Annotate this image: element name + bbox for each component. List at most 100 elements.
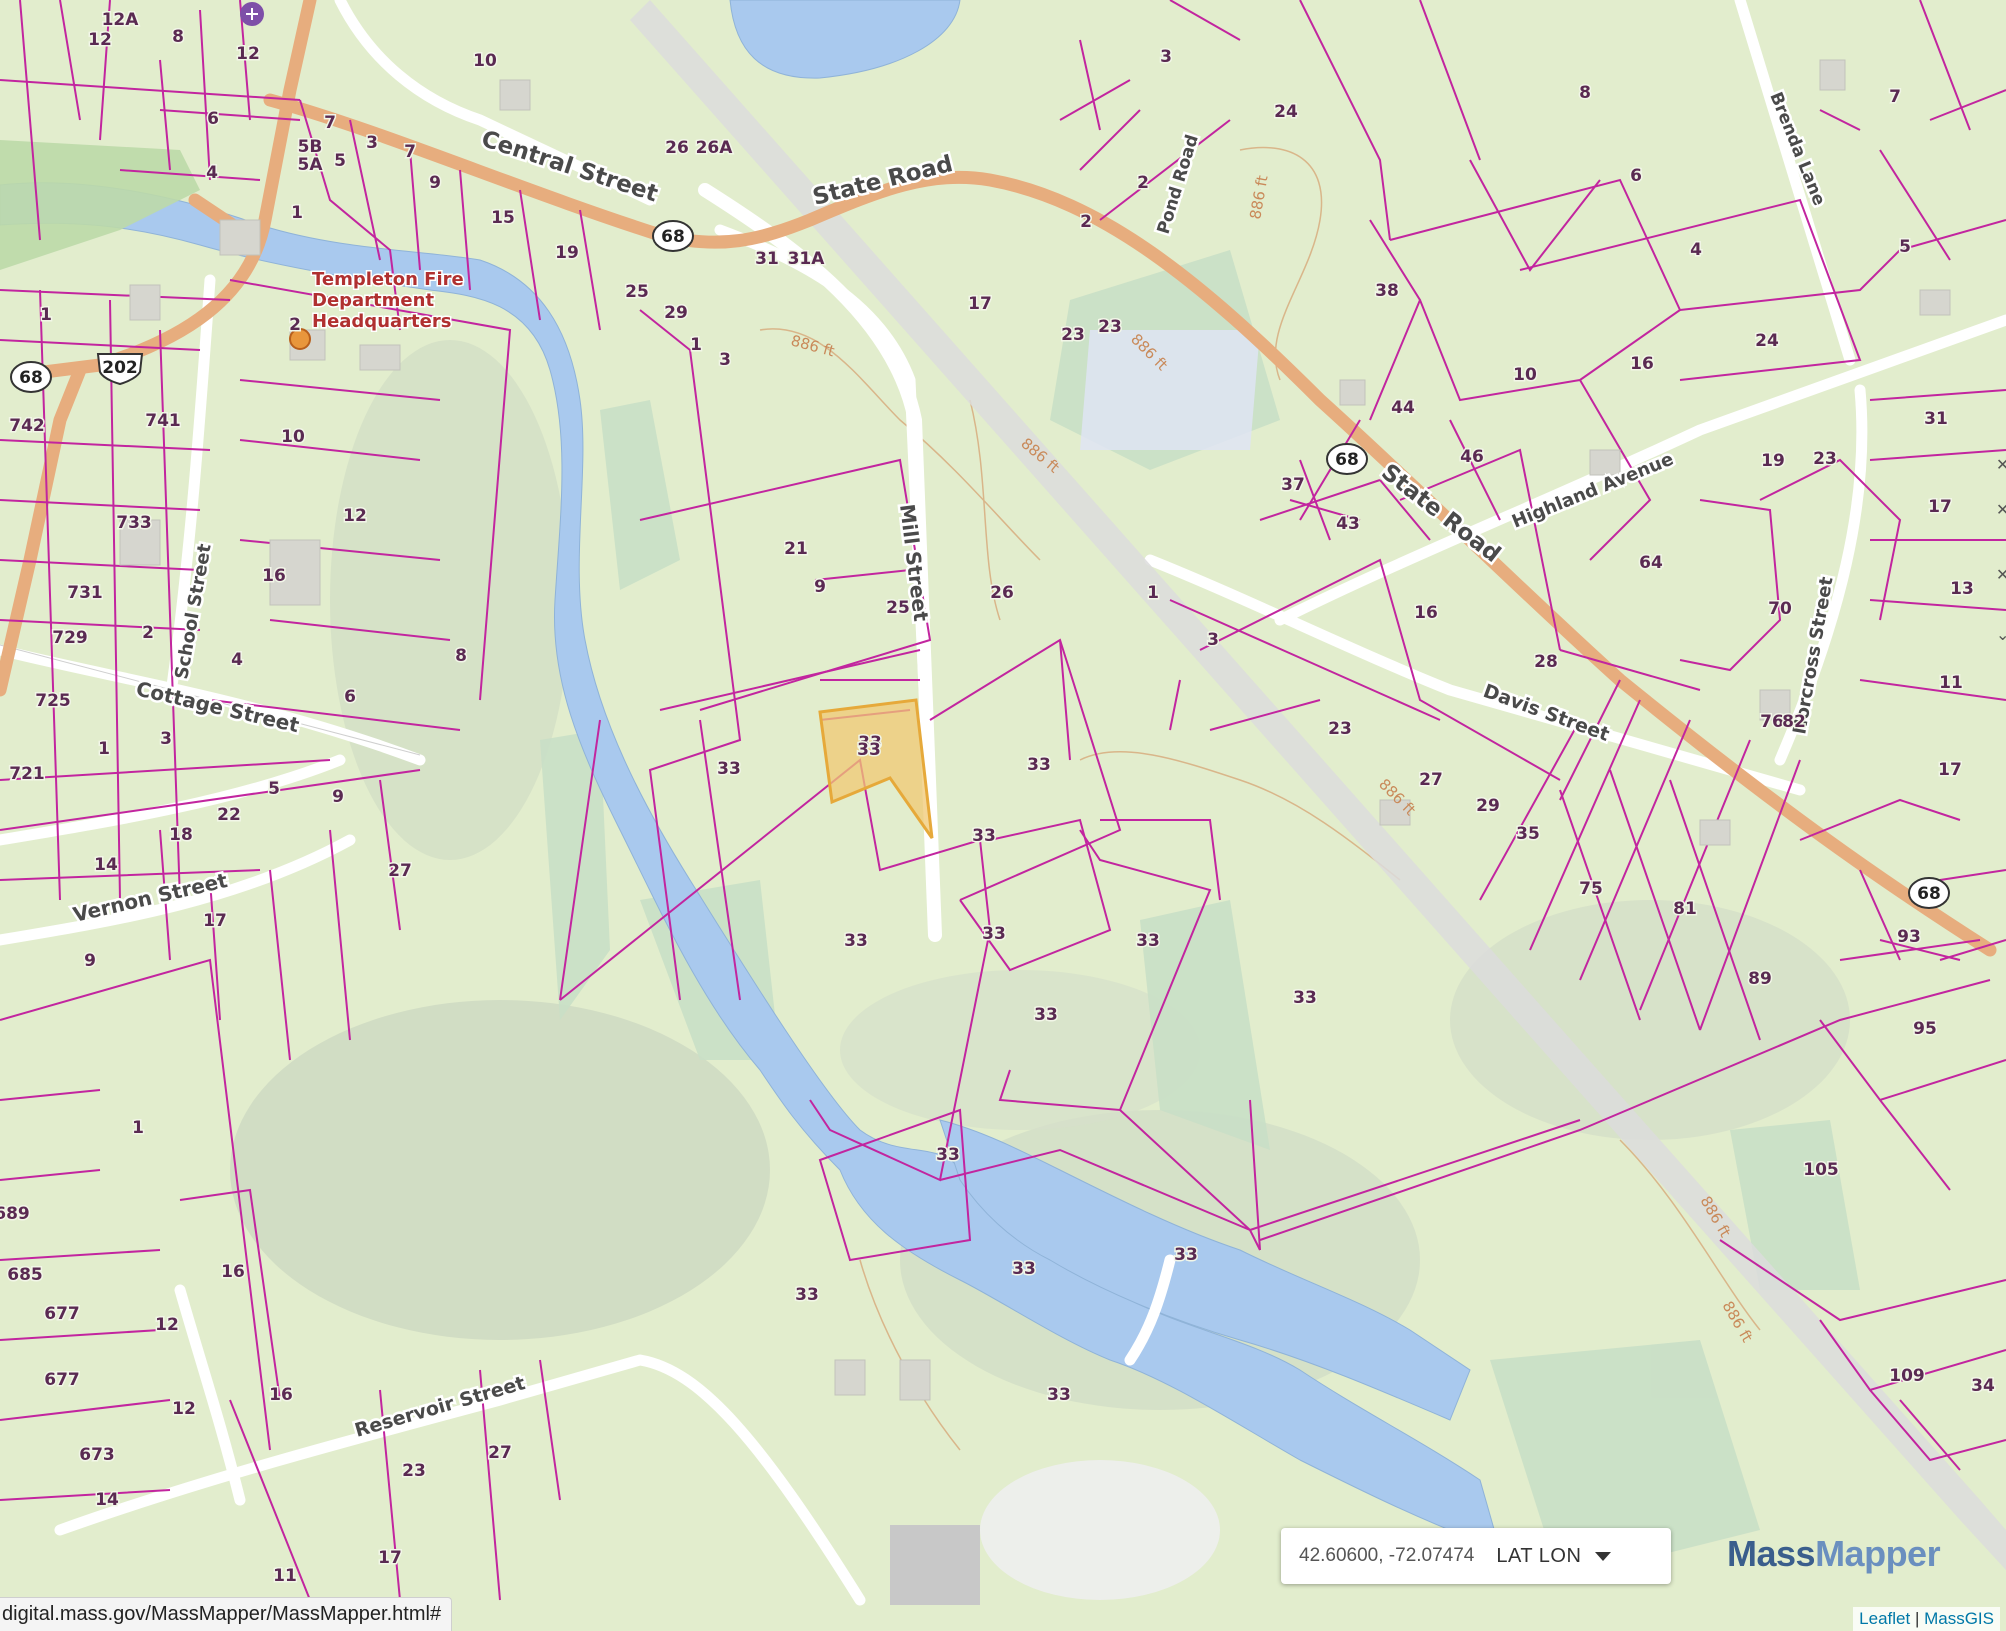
parcel-label: 29 — [1476, 796, 1500, 816]
map-canvas[interactable]: Central Street State Road State Road Pon… — [0, 0, 2006, 1631]
parcel-label: 8 — [1579, 83, 1591, 103]
parcel-label: 23 — [1813, 449, 1837, 469]
svg-text:202: 202 — [102, 358, 138, 378]
parcel-label: 33 — [936, 1145, 960, 1165]
massgis-link[interactable]: MassGIS — [1924, 1609, 1994, 1628]
parcel-label: 2 — [1137, 173, 1149, 193]
parcel-label: 12 — [172, 1399, 196, 1419]
parcel-label: 75 — [1579, 879, 1603, 899]
parcel-label: 33 — [1012, 1259, 1036, 1279]
parcel-label: 9 — [429, 173, 441, 193]
parcel-label: 3 — [160, 729, 172, 749]
map-attribution: Leaflet | MassGIS — [1853, 1607, 2000, 1631]
parcel-label: 1 — [40, 305, 52, 325]
parcel-label: 18 — [169, 825, 193, 845]
parcel-label: 37 — [1281, 475, 1305, 495]
parcel-label: 31 — [1924, 409, 1948, 429]
parcel-label: 5B — [298, 137, 323, 157]
parcel-label: 741 — [145, 411, 181, 431]
parcel-label: 685 — [7, 1265, 43, 1285]
parcel-label: 13 — [1950, 579, 1974, 599]
marsh-area — [1080, 330, 1260, 450]
parcel-label: 16 — [221, 1262, 245, 1282]
edge-close-icon-1[interactable]: ✕ — [1996, 455, 2006, 474]
parcel-label: 28 — [1534, 652, 1558, 672]
edge-close-icon-3[interactable]: ✕ — [1996, 565, 2006, 584]
route-shield-68-west: 68 — [10, 361, 52, 393]
coordinate-widget[interactable]: 42.60600, -72.07474 LAT LON — [1281, 1528, 1671, 1584]
edge-chevron-icon[interactable]: ⌄ — [1996, 625, 2006, 644]
parcel-label: 44 — [1391, 398, 1415, 418]
parcel-label: 14 — [95, 1490, 119, 1510]
parcel-label: 8 — [455, 646, 467, 666]
parcel-label: 1 — [291, 203, 303, 223]
parcel-label: 26 — [990, 583, 1014, 603]
parcel-label: 46 — [1460, 447, 1484, 467]
poi-label-line2: Department — [312, 290, 434, 311]
parcel-label: 9 — [332, 787, 344, 807]
parcel-label: 11 — [1939, 673, 1963, 693]
parcel-label: 76 — [1760, 712, 1784, 732]
dropdown-caret-icon[interactable] — [1595, 1551, 1612, 1561]
parcel-label: 11 — [273, 1566, 297, 1586]
parcel-label: 2 — [1080, 212, 1092, 232]
poi-label-line3: Headquarters — [312, 311, 451, 332]
parcel-label: 33 — [1136, 931, 1160, 951]
parcel-label: 33 — [982, 924, 1006, 944]
poi-label-line1: Templeton Fire — [312, 269, 464, 290]
parcel-label: 721 — [9, 764, 45, 784]
parcel-label: 33 — [1027, 755, 1051, 775]
parcel-label: 3 — [1207, 630, 1219, 650]
parcel-label: 23 — [1098, 317, 1122, 337]
parcel-label: 31 — [755, 249, 779, 269]
parcel-label: 43 — [1336, 514, 1360, 534]
parcel-label: 1 — [98, 739, 110, 759]
parcel-label: 677 — [44, 1370, 80, 1390]
parcel-label: 5 — [268, 779, 280, 799]
parcel-label: 31A — [788, 249, 826, 269]
leaflet-link[interactable]: Leaflet — [1859, 1609, 1910, 1628]
parcel-label: 26 — [665, 138, 689, 158]
place-icon — [240, 2, 264, 26]
parcel-label: 17 — [378, 1548, 402, 1568]
parcel-label: 7 — [324, 113, 336, 133]
parcel-label: 16 — [1414, 603, 1438, 623]
parcel-label: 27 — [488, 1443, 512, 1463]
parcel-label: 82 — [1782, 712, 1806, 732]
parcel-label: 677 — [44, 1304, 80, 1324]
parcel-label: 17 — [203, 911, 227, 931]
parcel-label: 7 — [404, 142, 416, 162]
parcel-label: 2 — [142, 623, 154, 643]
parcel-label: 105 — [1803, 1160, 1839, 1180]
parcel-label: 33 — [972, 826, 996, 846]
parcel-label: 25 — [625, 282, 649, 302]
parcel-label: 17 — [1938, 760, 1962, 780]
parcel-label: 24 — [1274, 102, 1298, 122]
parcel-label: 17 — [1928, 497, 1952, 517]
parcel-label: 10 — [1513, 365, 1537, 385]
parcel-label: 23 — [1328, 719, 1352, 739]
parcel-label: 5 — [334, 151, 346, 171]
parcel-label: 689 — [0, 1204, 30, 1224]
parcel-label: 2 — [289, 315, 301, 335]
parcel-label: 38 — [1375, 281, 1399, 301]
parcel-label: 23 — [1061, 325, 1085, 345]
parcel-label: 27 — [388, 861, 412, 881]
parcel-label: 35 — [1516, 824, 1540, 844]
edge-close-icon-2[interactable]: ✕ — [1996, 500, 2006, 519]
coordinate-mode-select[interactable]: LAT LON — [1496, 1545, 1581, 1568]
parcel-label: 14 — [94, 855, 118, 875]
parcel-label: 23 — [402, 1461, 426, 1481]
parcel-label: 26A — [696, 138, 734, 158]
parcel-label: 6 — [207, 109, 219, 129]
parcel-label: 15 — [491, 208, 515, 228]
parcel-label: 93 — [1897, 927, 1921, 947]
svg-text:68: 68 — [19, 368, 43, 388]
parcel-label: 1 — [132, 1118, 144, 1138]
parcel-label: 10 — [281, 427, 305, 447]
parcel-label: 95 — [1913, 1019, 1937, 1039]
route-shield-68-central: 68 — [652, 220, 694, 252]
parcel-label: 33 — [1034, 1005, 1058, 1025]
parcel-label: 19 — [555, 243, 579, 263]
parcel-label: 3 — [1160, 47, 1172, 67]
